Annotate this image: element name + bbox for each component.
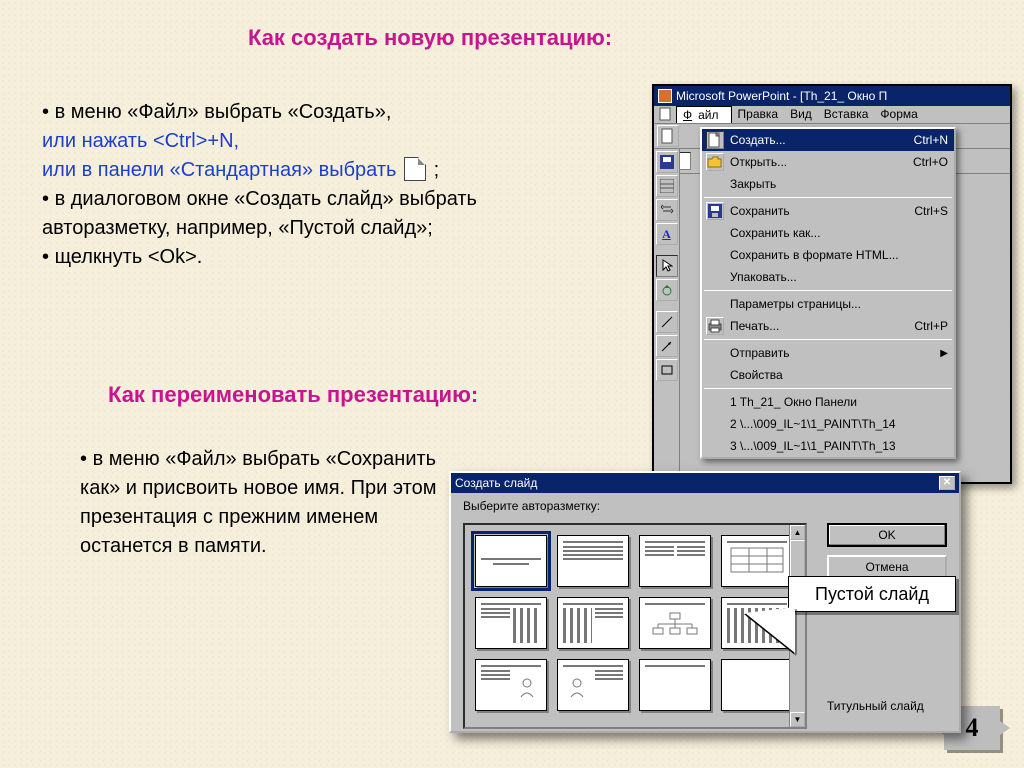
menu-item[interactable]: Открыть... Ctrl+O [702,151,954,173]
layout-text-clip[interactable] [475,659,547,711]
menu-shortcut: Ctrl+S [914,204,948,218]
dialog-title: Создать слайд [455,476,537,490]
menu-item-label: Сохранить в формате HTML... [730,248,899,262]
menu-item[interactable]: Печать... Ctrl+P [702,315,954,337]
ok-button[interactable]: OK [827,523,947,547]
dialog-titlebar[interactable]: Создать слайд ✕ [451,473,959,493]
menu-item-label: Параметры страницы... [730,297,861,311]
instr2-line1: в меню «Файл» выбрать «Сохранить как» и … [80,448,436,557]
menu-item[interactable]: Свойства [702,364,954,386]
menu-item[interactable]: 3 \...\009_IL~1\1_PAINT\Th_13 [702,435,954,457]
menu-item-label: Сохранить [730,204,790,218]
layout-clip-text[interactable] [557,659,629,711]
heading-rename: Как переименовать презентацию: [108,382,478,408]
menu-item[interactable]: Упаковать... [702,266,954,288]
scroll-down-icon[interactable]: ▼ [790,712,805,727]
menu-item[interactable]: Создать... Ctrl+N [702,129,954,151]
layout-orgchart[interactable] [639,597,711,649]
layout-blank[interactable] [721,659,793,711]
print-icon [706,317,724,335]
save-icon [706,202,724,220]
new-icon [706,131,724,149]
layout-hint-label: Титульный слайд [827,699,947,713]
tb-flip-icon[interactable] [656,199,678,221]
tb-line-icon[interactable] [656,311,678,333]
open-icon [706,153,724,171]
layout-chart-text[interactable] [557,597,629,649]
menu-shortcut: Ctrl+O [913,155,948,169]
menu-shortcut: Ctrl+N [914,133,948,147]
menu-item-label: Свойства [730,368,783,382]
side-toolbar: A [654,149,680,482]
layout-title-slide[interactable] [475,535,547,587]
menu-item[interactable]: Параметры страницы... [702,293,954,315]
window-title: Microsoft PowerPoint - [Th_21_ Окно П [676,89,887,103]
menu-item-label: Упаковать... [730,270,797,284]
menu-item[interactable]: Закрыть [702,173,954,195]
layout-table[interactable] [721,535,793,587]
layout-text-chart[interactable] [475,597,547,649]
new-document-icon [404,157,426,181]
menu-doc-icon[interactable] [656,106,676,123]
page-number: 4 [966,713,979,743]
menu-insert[interactable]: Вставка [818,106,875,123]
menu-format[interactable]: Форма [874,106,923,123]
titlebar: Microsoft PowerPoint - [Th_21_ Окно П [654,86,1010,106]
menu-item-label: 2 \...\009_IL~1\1_PAINT\Th_14 [730,417,896,431]
menu-item[interactable]: Отправить ▶ [702,342,954,364]
menu-item[interactable]: Сохранить Ctrl+S [702,200,954,222]
menu-item[interactable]: Сохранить как... [702,222,954,244]
instructions-create: • в меню «Файл» выбрать «Создать», или н… [42,98,582,272]
instr1-line2a: или нажать [42,130,153,152]
instr1-line1: в меню «Файл» выбрать «Создать», [55,101,392,123]
tb-rect-icon[interactable] [656,359,678,381]
menu-item-label: 1 Th_21_ Окно Панели [730,395,857,409]
menu-item-label: Создать... [730,133,786,147]
tb-pointer-icon[interactable] [656,255,678,277]
tb-save-icon[interactable] [656,151,678,173]
heading-create: Как создать новую презентацию: [248,25,612,51]
menu-file-rest: айл [692,107,724,123]
menu-item-label: Печать... [730,319,779,333]
app-icon [658,89,672,103]
layout-title-only[interactable] [639,659,711,711]
file-menu-dropdown: Создать... Ctrl+N Открыть... Ctrl+O Закрыть С… [700,127,956,459]
menu-shortcut: Ctrl+P [914,319,948,333]
layout-bulleted[interactable] [557,535,629,587]
scroll-up-icon[interactable]: ▲ [790,525,805,540]
blank-slide-callout: Пустой слайд [788,576,956,612]
instr1-line4: в диалоговом окне «Создать слайд» выбрат… [42,188,477,239]
layout-two-column[interactable] [639,535,711,587]
menu-item[interactable]: 2 \...\009_IL~1\1_PAINT\Th_14 [702,413,954,435]
instructions-rename: • в меню «Файл» выбрать «Сохранить как» … [80,445,460,561]
menubar: Файл Правка Вид Вставка Форма [654,106,1010,124]
instr1-line2b: <Ctrl>+N, [153,130,239,152]
menu-file[interactable]: Файл [676,106,732,123]
menu-item-label: 3 \...\009_IL~1\1_PAINT\Th_13 [730,439,896,453]
tb-rotate-icon[interactable] [656,279,678,301]
instr1-line3a: или в панели «Стандартная» выбрать [42,159,396,181]
menu-view[interactable]: Вид [784,106,818,123]
menu-item[interactable]: Сохранить в формате HTML... [702,244,954,266]
instr1-line5: щелкнуть <Ok>. [55,246,203,268]
menu-item[interactable]: 1 Th_21_ Окно Панели [702,391,954,413]
close-icon[interactable]: ✕ [939,476,955,490]
tb-new[interactable] [657,125,679,147]
menu-item-label: Закрыть [730,177,776,191]
instr1-line3b: ; [434,159,440,181]
menu-edit[interactable]: Правка [732,106,785,123]
menu-item-label: Отправить [730,346,790,360]
menu-item-label: Открыть... [730,155,787,169]
tb-grid-icon[interactable] [656,175,678,197]
dialog-prompt: Выберите авторазметку: [463,499,600,513]
menu-item-label: Сохранить как... [730,226,820,240]
tb-underline-icon[interactable]: A [656,223,678,245]
submenu-arrow-icon: ▶ [940,348,948,359]
tb-arrow-icon[interactable] [656,335,678,357]
